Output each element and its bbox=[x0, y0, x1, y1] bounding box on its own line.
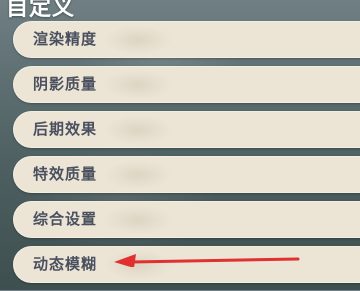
red-arrow-icon bbox=[114, 254, 300, 267]
menu-item-label: 特效质量 bbox=[33, 165, 98, 183]
menu-item-render-precision[interactable]: 渲染精度 bbox=[13, 21, 360, 58]
menu-item-general-settings[interactable]: 综合设置 bbox=[13, 201, 360, 238]
section-title: 自定义 bbox=[6, 0, 76, 21]
menu-item-label: 阴影质量 bbox=[33, 75, 98, 93]
menu-item-label: 后期效果 bbox=[33, 120, 98, 138]
menu-item-post-effects[interactable]: 后期效果 bbox=[13, 111, 360, 148]
menu-item-label: 综合设置 bbox=[33, 210, 98, 228]
menu-item-label: 渲染精度 bbox=[33, 30, 98, 48]
menu-item-shadow-quality[interactable]: 阴影质量 bbox=[13, 66, 360, 103]
menu-item-label: 动态模糊 bbox=[33, 255, 98, 273]
menu-item-effects-quality[interactable]: 特效质量 bbox=[13, 156, 360, 193]
